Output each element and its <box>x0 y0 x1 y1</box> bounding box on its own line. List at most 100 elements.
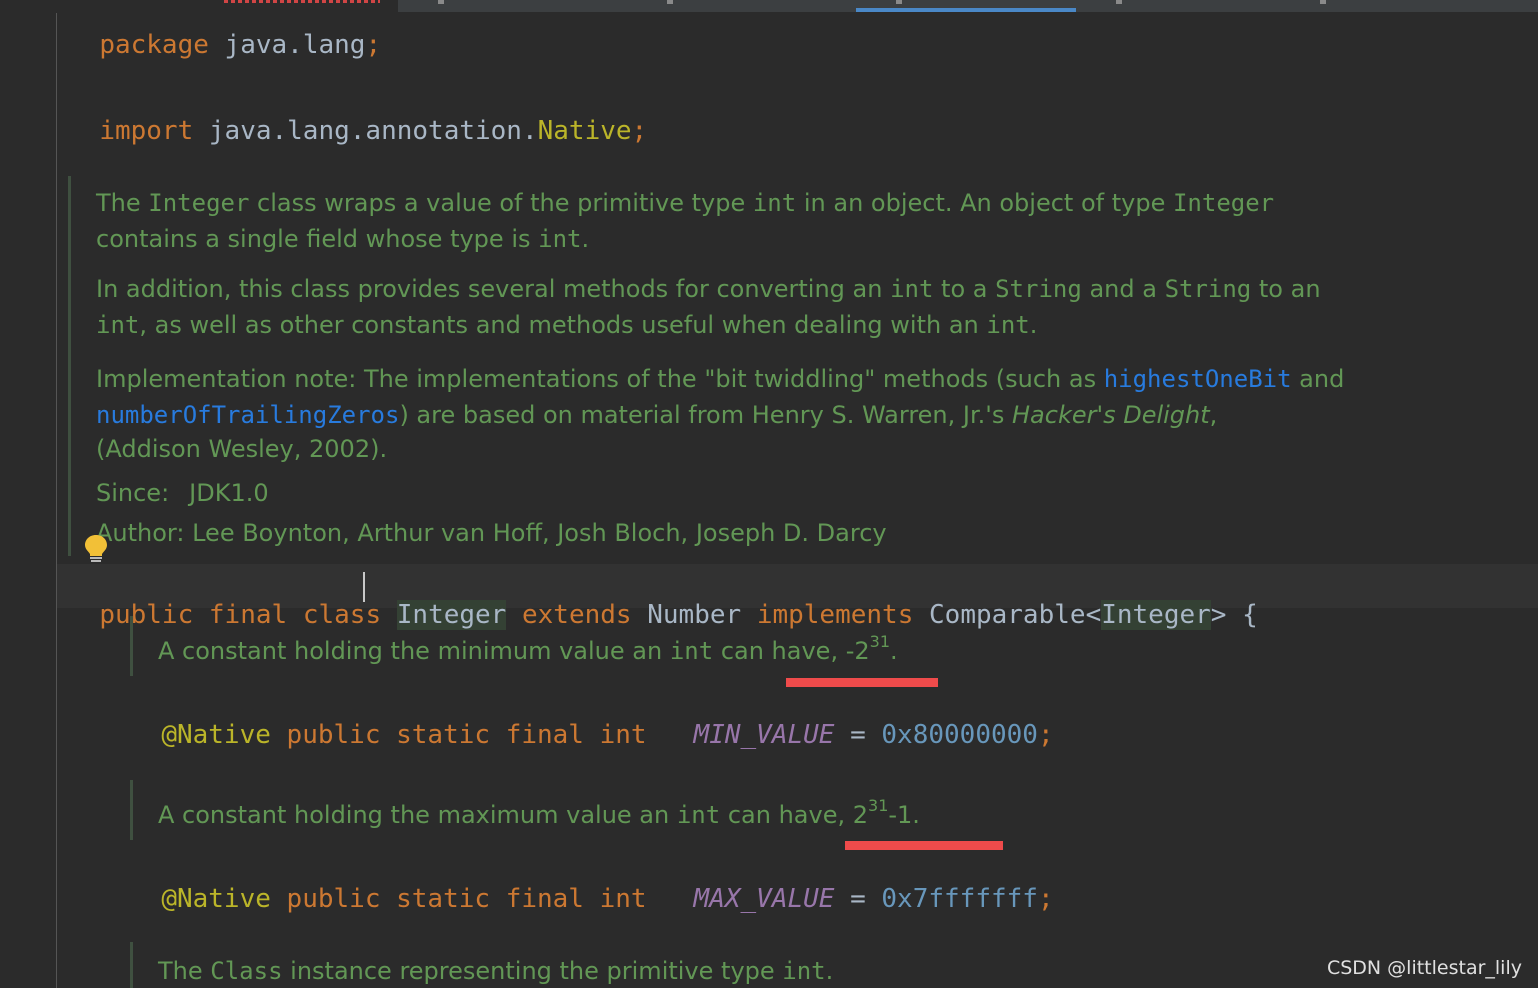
exponent: 31 <box>869 632 890 651</box>
doc-text: . <box>1029 311 1038 339</box>
text-caret <box>363 572 365 602</box>
generic-open: < <box>1085 600 1102 630</box>
max-value-literal: 0x7fffffff <box>881 884 1038 914</box>
doc-text: Implementation note: The implementations… <box>96 365 1104 393</box>
doc-text: and <box>1291 365 1345 393</box>
gutter-divider <box>56 13 57 988</box>
doc-text: -1. <box>888 801 920 829</box>
tab-edge <box>667 0 673 4</box>
generic-type[interactable]: Integer <box>1101 600 1211 630</box>
extends-keyword: extends <box>522 600 632 630</box>
doc-text: to a <box>933 275 996 303</box>
import-path: java.lang.annotation. <box>208 116 538 146</box>
doc-text: , <box>1209 401 1218 429</box>
min-value-javadoc-bar <box>130 616 133 676</box>
doc-text: in an object. An object of type <box>796 189 1173 217</box>
doc-text: . <box>825 957 834 985</box>
doc-text: class wraps a value of the primitive typ… <box>249 189 753 217</box>
max-value-javadoc-bar <box>130 780 133 840</box>
package-line[interactable]: package java.lang; <box>68 0 381 60</box>
class-javadoc-bar <box>68 176 71 556</box>
class-doc-paragraph-3-line-3: (Addison Wesley, 2002). <box>96 435 388 463</box>
doc-code: int <box>890 275 934 303</box>
import-semicolon: ; <box>631 116 648 146</box>
doc-text: , as well as other constants and methods… <box>139 311 987 339</box>
doc-text: ) are based on material from Henry S. Wa… <box>399 401 1012 429</box>
lightbulb-icon[interactable] <box>84 534 108 564</box>
final-keyword: final <box>208 600 288 630</box>
doc-code: int <box>669 637 714 665</box>
editor-tab-5[interactable] <box>1280 0 1500 12</box>
native-annotation: @Native <box>161 720 271 750</box>
min-value-declaration[interactable]: @Native public static final int MIN_VALU… <box>130 690 1053 750</box>
doc-text: . <box>890 637 898 665</box>
min-value-constant[interactable]: MIN_VALUE <box>694 720 835 750</box>
editor-tab-2[interactable] <box>627 0 847 12</box>
max-value-constant[interactable]: MAX_VALUE <box>694 884 835 914</box>
semicolon: ; <box>1037 884 1054 914</box>
package-name: java.lang <box>224 30 366 60</box>
doc-text: In addition, this class provides several… <box>96 275 891 303</box>
doc-text: and a <box>1081 275 1165 303</box>
class-doc-author: Author: Lee Boynton, Arthur van Hoff, Jo… <box>96 515 887 551</box>
modifiers: public static final int <box>286 720 647 750</box>
exponent: 31 <box>868 796 889 815</box>
package-keyword: package <box>99 30 209 60</box>
doc-code: Integer <box>148 189 250 217</box>
doc-code: String <box>995 275 1082 303</box>
editor-tab-4[interactable] <box>1076 0 1296 12</box>
doc-code: Integer <box>1172 189 1275 217</box>
doc-text: can have, 2 <box>720 801 869 829</box>
doc-code: int <box>782 957 826 985</box>
tab-edge <box>896 0 902 4</box>
equals-sign: = <box>850 884 866 914</box>
native-annotation: @Native <box>161 884 271 914</box>
author-label: Author: <box>96 519 185 547</box>
doc-text: contains a single field whose type is <box>96 225 539 253</box>
editor-tab-1[interactable] <box>398 0 618 12</box>
doc-code: int <box>986 311 1030 339</box>
class-doc-since: Since: JDK1.0 <box>96 475 269 511</box>
class-doc-paragraph-1: The Integer class wraps a value of the p… <box>96 185 1274 221</box>
red-annotation-underline-min <box>786 678 938 687</box>
tab-edge <box>438 0 444 4</box>
doc-text: The <box>158 957 211 985</box>
doc-code: int <box>96 311 140 339</box>
class-doc-paragraph-2: In addition, this class provides several… <box>96 271 1321 307</box>
type-doc: The Class instance representing the prim… <box>158 953 833 988</box>
class-doc-paragraph-2-line-2: int, as well as other constants and meth… <box>96 307 1037 343</box>
parent-class[interactable]: Number <box>647 600 741 630</box>
doc-text: instance representing the primitive type <box>282 957 783 985</box>
public-keyword: public <box>99 600 194 630</box>
class-doc-paragraph-3-line-2: numberOfTrailingZeros) are based on mate… <box>96 397 1217 433</box>
class-name[interactable]: Integer <box>396 600 507 630</box>
doc-text: to an <box>1251 275 1321 303</box>
equals-sign: = <box>850 720 866 750</box>
open-brace: { <box>1242 600 1258 630</box>
editor-gutter[interactable] <box>0 13 56 988</box>
generic-close: > <box>1210 600 1227 630</box>
class-declaration-line[interactable]: public final class Integer extends Numbe… <box>68 570 1258 630</box>
type-javadoc-bar <box>130 942 133 988</box>
doc-text: A constant holding the minimum value an <box>158 637 670 665</box>
interface-name[interactable]: Comparable <box>929 600 1086 630</box>
import-line[interactable]: import java.lang.annotation.Native; <box>68 86 647 146</box>
package-semicolon: ; <box>365 30 382 60</box>
number-of-trailing-zeros-link[interactable]: numberOfTrailingZeros <box>96 401 399 429</box>
class-doc-paragraph-3: Implementation note: The implementations… <box>96 361 1344 397</box>
book-title: Hacker's Delight <box>1012 401 1210 429</box>
author-value: Lee Boynton, Arthur van Hoff, Josh Bloch… <box>192 519 887 547</box>
tab-edge <box>1116 0 1122 4</box>
red-annotation-underline-max <box>845 841 1003 850</box>
class-keyword: class <box>302 600 382 630</box>
csdn-watermark: CSDN @littlestar_lily <box>1326 957 1522 979</box>
active-tab-indicator <box>856 8 1076 12</box>
since-label: Since: <box>96 479 170 507</box>
max-value-declaration[interactable]: @Native public static final int MAX_VALU… <box>130 854 1054 914</box>
min-value-literal: 0x80000000 <box>881 720 1038 750</box>
import-keyword: import <box>99 116 194 146</box>
doc-code: int <box>752 189 797 217</box>
highest-one-bit-link[interactable]: highestOneBit <box>1104 365 1292 393</box>
doc-code: String <box>1164 275 1252 303</box>
tab-edge <box>1320 0 1326 4</box>
